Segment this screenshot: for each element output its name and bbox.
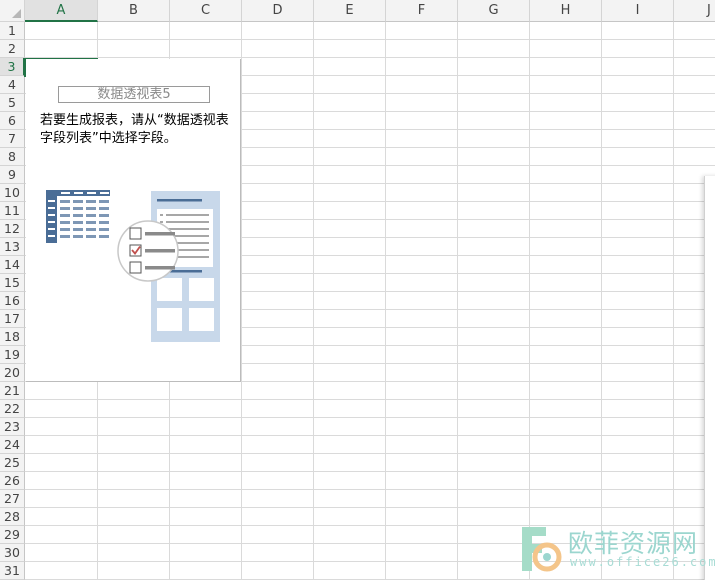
row-header-11[interactable]: 11 <box>0 202 25 220</box>
row-header-19[interactable]: 19 <box>0 346 25 364</box>
pivot-table-instructions: 若要生成报表，请从“数据透视表字段列表”中选择字段。 <box>40 113 229 146</box>
gridline <box>25 399 715 400</box>
column-header-i[interactable]: I <box>602 0 674 22</box>
gridline <box>25 489 715 490</box>
gridline <box>241 22 242 580</box>
pivot-table-name: 数据透视表5 <box>58 86 210 103</box>
row-header-27[interactable]: 27 <box>0 490 25 508</box>
row-header-6[interactable]: 6 <box>0 112 25 130</box>
row-header-5[interactable]: 5 <box>0 94 25 112</box>
row-header-29[interactable]: 29 <box>0 526 25 544</box>
watermark-url: www.office26.com <box>570 555 715 569</box>
source-table-icon <box>46 190 110 243</box>
gridline <box>673 22 674 580</box>
column-header-a[interactable]: A <box>25 0 98 22</box>
gridline <box>25 453 715 454</box>
row-header-17[interactable]: 17 <box>0 310 25 328</box>
column-header-f[interactable]: F <box>386 0 458 22</box>
row-header-9[interactable]: 9 <box>0 166 25 184</box>
gridline <box>25 435 715 436</box>
row-header-1[interactable]: 1 <box>0 22 25 40</box>
gridline <box>313 22 314 580</box>
gridline <box>457 22 458 580</box>
select-all-button[interactable] <box>0 0 25 22</box>
gridline <box>25 417 715 418</box>
row-header-3[interactable]: 3 <box>0 58 25 76</box>
row-header-30[interactable]: 30 <box>0 544 25 562</box>
row-header-25[interactable]: 25 <box>0 454 25 472</box>
gridline <box>25 57 715 58</box>
pivot-table-placeholder[interactable]: 数据透视表5 若要生成报表，请从“数据透视表字段列表”中选择字段。 <box>26 59 241 382</box>
row-header-22[interactable]: 22 <box>0 400 25 418</box>
row-header-14[interactable]: 14 <box>0 256 25 274</box>
column-header-d[interactable]: D <box>242 0 314 22</box>
gridline <box>25 507 715 508</box>
row-header-10[interactable]: 10 <box>0 184 25 202</box>
select-all-icon <box>12 9 21 18</box>
row-header-2[interactable]: 2 <box>0 40 25 58</box>
column-header-c[interactable]: C <box>170 0 242 22</box>
watermark: 欧菲资源网 www.office26.com <box>512 521 715 576</box>
field-list-side-pane[interactable] <box>704 176 715 580</box>
gridline <box>25 39 715 40</box>
row-header-18[interactable]: 18 <box>0 328 25 346</box>
row-header-16[interactable]: 16 <box>0 292 25 310</box>
gridline <box>529 22 530 580</box>
row-header-8[interactable]: 8 <box>0 148 25 166</box>
gridline <box>601 22 602 580</box>
row-header-15[interactable]: 15 <box>0 274 25 292</box>
column-header-e[interactable]: E <box>314 0 386 22</box>
column-header-g[interactable]: G <box>458 0 530 22</box>
row-header-20[interactable]: 20 <box>0 364 25 382</box>
column-header-h[interactable]: H <box>530 0 602 22</box>
row-header-31[interactable]: 31 <box>0 562 25 580</box>
row-header-21[interactable]: 21 <box>0 382 25 400</box>
row-header-12[interactable]: 12 <box>0 220 25 238</box>
gridline <box>385 22 386 580</box>
watermark-logo-icon <box>522 527 562 572</box>
row-header-13[interactable]: 13 <box>0 238 25 256</box>
pivot-illustration-icon <box>46 190 220 342</box>
row-header-7[interactable]: 7 <box>0 130 25 148</box>
row-header-26[interactable]: 26 <box>0 472 25 490</box>
row-header-28[interactable]: 28 <box>0 508 25 526</box>
checkbox-magnifier-icon <box>117 220 179 282</box>
column-header-j[interactable]: J <box>674 0 715 22</box>
row-header-24[interactable]: 24 <box>0 436 25 454</box>
gridline <box>25 471 715 472</box>
row-header-4[interactable]: 4 <box>0 76 25 94</box>
row-header-23[interactable]: 23 <box>0 418 25 436</box>
column-header-b[interactable]: B <box>98 0 170 22</box>
spreadsheet-grid[interactable]: A B C D E F G H I J 1 2 3 4 5 6 7 8 9 10… <box>0 0 715 580</box>
